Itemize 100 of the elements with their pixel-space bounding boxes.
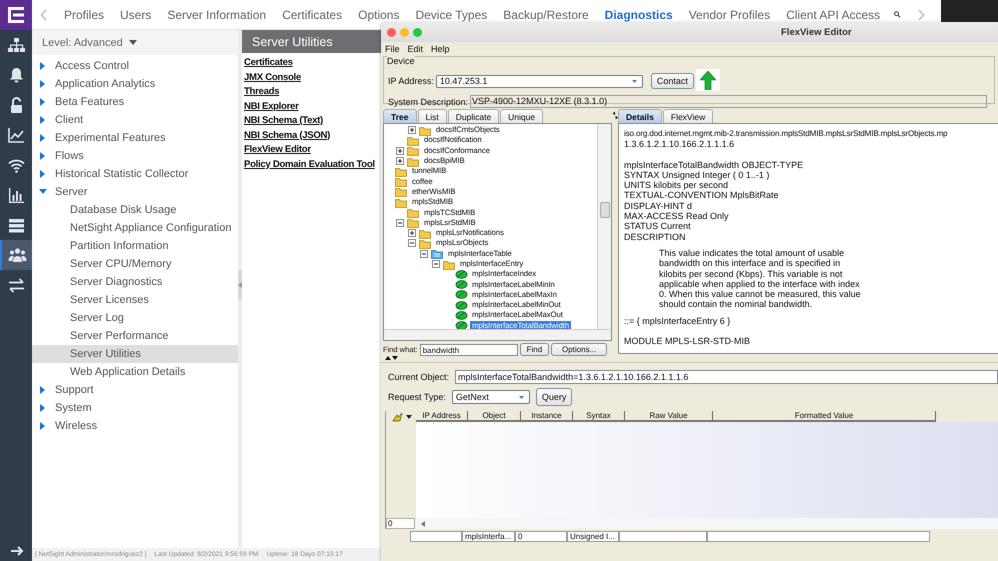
caret-right-icon <box>39 386 47 394</box>
expand-toggle-icon[interactable] <box>396 146 404 155</box>
link[interactable]: Certificates <box>244 56 293 70</box>
folder-icon <box>395 186 408 198</box>
tab[interactable]: Duplicate <box>448 109 500 123</box>
tree-item[interactable]: Database Disk Usage <box>32 201 238 219</box>
detail-text: bandwidth on this interface and is specified in <box>659 258 842 269</box>
link[interactable]: Policy Domain Evaluation Tool <box>244 158 375 172</box>
link[interactable]: Threads <box>244 85 280 100</box>
filter-cell[interactable]: Unsigned I... <box>567 531 619 542</box>
nav-tab[interactable]: Profiles <box>64 8 104 22</box>
detail-text: 0. When this value cannot be measured, this value <box>659 289 862 300</box>
server-stack-icon <box>6 216 26 234</box>
contact-button[interactable]: Contact <box>650 73 694 89</box>
collapse-toggle-icon[interactable] <box>408 239 416 248</box>
caret-down-icon <box>406 414 412 418</box>
nav-tab[interactable]: Backup/Restore <box>503 8 589 22</box>
collapse-toggle-icon[interactable] <box>432 260 440 268</box>
filter-cell[interactable] <box>707 531 930 542</box>
tree-item[interactable]: NetSight Appliance Configuration <box>32 219 238 237</box>
menu-item[interactable]: File <box>385 44 400 54</box>
tab[interactable]: Details <box>618 109 662 123</box>
filter-cell[interactable]: 0 <box>515 531 567 542</box>
arrow-right-icon[interactable] <box>8 544 24 558</box>
split-arrows-icon[interactable] <box>385 355 398 361</box>
tab[interactable]: List <box>418 109 447 123</box>
tree-item[interactable]: Beta Features <box>32 93 238 111</box>
tree-item[interactable]: Client <box>32 111 238 129</box>
filter-cell[interactable] <box>410 531 462 542</box>
tree-item[interactable]: Application Analytics <box>32 75 238 93</box>
tree-item[interactable]: Partition Information <box>32 237 238 255</box>
tree-item[interactable]: Support <box>32 381 238 399</box>
caret-down-icon <box>632 80 637 82</box>
link[interactable]: NBI Explorer <box>244 100 299 114</box>
expand-toggle-icon[interactable] <box>408 126 416 134</box>
filter-cell[interactable]: mplsInterfa... <box>462 531 515 542</box>
horizontal-scrollbar[interactable] <box>415 518 998 529</box>
link[interactable]: NBI Schema (JSON) <box>244 128 330 143</box>
nav-tab[interactable]: Client API Access <box>786 8 880 22</box>
caret-down-icon <box>39 188 47 196</box>
folder-icon <box>419 228 432 239</box>
description-field: VSP-4900-12MXU-12XE (8.3.1.0) <box>470 95 987 108</box>
nav-tab[interactable]: Options <box>358 8 400 22</box>
tab[interactable]: Unique <box>500 109 544 123</box>
search-field[interactable]: bandwidth <box>420 344 518 356</box>
tree-item[interactable]: Server CPU/Memory <box>32 255 238 273</box>
detail-text: TEXTUAL-CONVENTION MplsBitRate <box>624 190 780 201</box>
current-object-field[interactable]: mplsInterfaceTotalBandwidth=1.3.6.1.2.1.10.166.2.1.1.1.6 <box>455 370 998 384</box>
link[interactable]: FlexView Editor <box>244 143 311 158</box>
collapse-toggle-icon[interactable] <box>396 218 404 227</box>
leaf-icon <box>455 289 468 300</box>
expand-toggle-icon[interactable] <box>396 157 404 166</box>
folder-icon <box>395 196 408 208</box>
tree-item[interactable]: Server Licenses <box>32 291 238 309</box>
tree-item[interactable]: Server <box>32 183 238 201</box>
menu-item[interactable]: Help <box>431 44 450 54</box>
link[interactable]: NBI Schema (Text) <box>244 114 323 128</box>
link[interactable]: JMX Console <box>244 70 301 85</box>
filter-cell[interactable] <box>619 531 707 542</box>
collapse-toggle-icon[interactable] <box>420 250 428 258</box>
nav-tab[interactable]: Device Types <box>415 8 488 22</box>
tree-item[interactable]: Server Diagnostics <box>32 273 238 291</box>
tab[interactable]: FlexView <box>662 109 714 123</box>
tree-item[interactable]: Experimental Features <box>32 129 238 147</box>
tree-item[interactable]: Historical Statistic Collector <box>32 165 238 183</box>
nav-tab[interactable]: Certificates <box>282 8 342 22</box>
find-button[interactable]: Find <box>520 343 550 356</box>
tree-item[interactable]: Access Control <box>32 57 238 75</box>
nav-tab[interactable]: Diagnostics <box>604 8 673 22</box>
nav-tab[interactable]: Server Information <box>167 8 266 22</box>
request-type-combo[interactable]: GetNext <box>452 390 530 404</box>
query-button[interactable]: Query <box>536 388 572 406</box>
folder-icon <box>407 207 420 218</box>
tree-item[interactable]: Server Utilities <box>32 345 238 363</box>
menu-item[interactable]: Edit <box>408 44 424 54</box>
tab[interactable]: Tree <box>383 109 416 123</box>
tree-item[interactable]: Server Log <box>32 309 238 327</box>
caret-right-icon <box>39 404 47 412</box>
horizontal-scrollbar[interactable] <box>384 329 611 340</box>
tree-item[interactable]: Flows <box>32 147 238 165</box>
tree-item[interactable]: Web Application Details <box>32 363 238 381</box>
caret-right-icon <box>39 62 47 70</box>
split-arrows-icon[interactable] <box>612 109 618 122</box>
nav-rail-button[interactable] <box>0 240 32 270</box>
ip-address-combo[interactable]: 10.47.253.1 <box>436 74 643 88</box>
options-button[interactable]: Options... <box>551 343 608 356</box>
vertical-scrollbar[interactable] <box>597 124 611 329</box>
tree-item[interactable]: Server Performance <box>32 327 238 345</box>
tree-item[interactable]: Wireless <box>32 417 238 435</box>
caret-down-icon <box>518 396 524 398</box>
detail-text: SYNTAX Unsigned Integer ( 0 1..-1 ) <box>624 170 770 180</box>
expand-toggle-icon[interactable] <box>408 229 416 238</box>
tree-item[interactable]: System <box>32 399 238 417</box>
caret-right-icon <box>39 134 47 142</box>
collapse-handle[interactable] <box>238 270 242 300</box>
nav-tab[interactable]: Vendor Profiles <box>688 8 770 22</box>
caret-right-icon <box>39 80 47 88</box>
group-label: Device <box>387 56 415 66</box>
nav-tab[interactable]: Users <box>120 8 152 22</box>
folder-icon <box>407 134 420 146</box>
